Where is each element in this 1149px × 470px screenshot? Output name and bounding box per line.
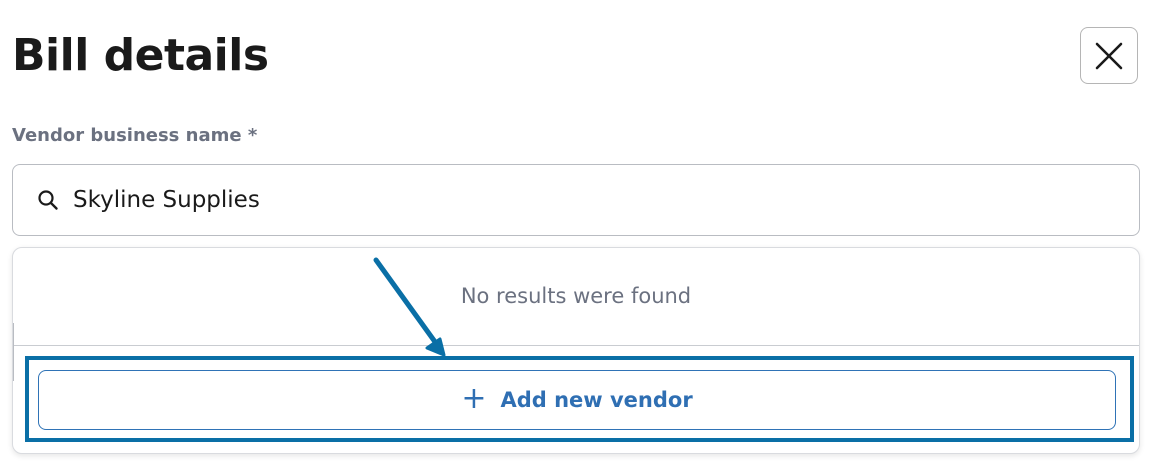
search-icon	[37, 189, 59, 211]
vendor-search-input[interactable]	[73, 180, 1139, 220]
dropdown-edge-mark	[13, 323, 14, 381]
vendor-search-field[interactable]	[12, 164, 1140, 236]
dropdown-divider	[13, 345, 1139, 346]
add-new-vendor-label: Add new vendor	[500, 388, 693, 412]
page-title: Bill details	[12, 30, 269, 81]
add-new-vendor-button[interactable]: + Add new vendor	[38, 370, 1116, 430]
close-icon	[1095, 42, 1123, 69]
plus-icon: +	[461, 380, 487, 416]
no-results-message: No results were found	[460, 284, 692, 308]
vendor-name-label: Vendor business name *	[12, 125, 258, 146]
close-button[interactable]	[1080, 27, 1138, 84]
